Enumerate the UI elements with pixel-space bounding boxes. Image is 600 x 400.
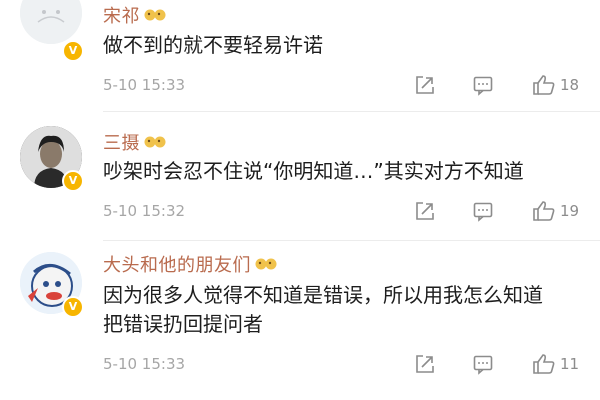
like-button[interactable]: 19: [532, 200, 580, 222]
share-button[interactable]: [414, 200, 436, 222]
comment-text: 吵架时会忍不住说“你明知道…”其实对方不知道: [103, 159, 524, 183]
thumbs-up-icon: [533, 75, 555, 95]
timestamp: 5-10 15:33: [103, 76, 186, 94]
comment-icon: [473, 202, 493, 222]
fan-badge-icon: [144, 136, 166, 148]
timestamp: 5-10 15:32: [103, 202, 186, 220]
reply-button[interactable]: [472, 200, 494, 222]
thumbs-up-icon: [533, 354, 555, 374]
comment-item: V 三摄 吵架时会忍不住说“你明知道…”其实对方不知道 5-10 15:32 1…: [0, 112, 600, 241]
comment-icon: [473, 355, 493, 375]
verified-badge: V: [62, 296, 84, 318]
username[interactable]: 宋祁: [103, 2, 140, 28]
fan-badge-icon: [255, 258, 277, 270]
username[interactable]: 三摄: [103, 129, 140, 155]
like-count: 19: [560, 202, 580, 220]
like-button[interactable]: 11: [532, 353, 580, 375]
comment-text: 因为很多人觉得不知道是错误，所以用我怎么知道把错误扔回提问者: [103, 283, 543, 336]
reply-button[interactable]: [472, 74, 494, 96]
like-count: 18: [560, 76, 580, 94]
sketch-avatar-icon: [20, 0, 82, 44]
username[interactable]: 大头和他的朋友们: [103, 251, 251, 277]
like-button[interactable]: 18: [532, 74, 580, 96]
comment-text: 做不到的就不要轻易许诺: [103, 33, 323, 57]
share-icon: [416, 202, 434, 220]
share-button[interactable]: [414, 353, 436, 375]
verified-badge: V: [62, 40, 84, 62]
share-icon: [416, 355, 434, 373]
avatar[interactable]: [20, 0, 82, 44]
like-count: 11: [560, 355, 580, 373]
thumbs-up-icon: [533, 201, 555, 221]
comment-item: V 宋祁 做不到的就不要轻易许诺 5-10 15:33 18: [0, 0, 600, 112]
comment-item: V 大头和他的朋友们 因为很多人觉得不知道是错误，所以用我怎么知道把错误扔回提问…: [0, 240, 600, 400]
comment-icon: [473, 76, 493, 96]
fan-badge-icon: [144, 9, 166, 21]
reply-button[interactable]: [472, 353, 494, 375]
share-icon: [416, 76, 434, 94]
verified-badge: V: [62, 170, 84, 192]
timestamp: 5-10 15:33: [103, 355, 186, 373]
share-button[interactable]: [414, 74, 436, 96]
